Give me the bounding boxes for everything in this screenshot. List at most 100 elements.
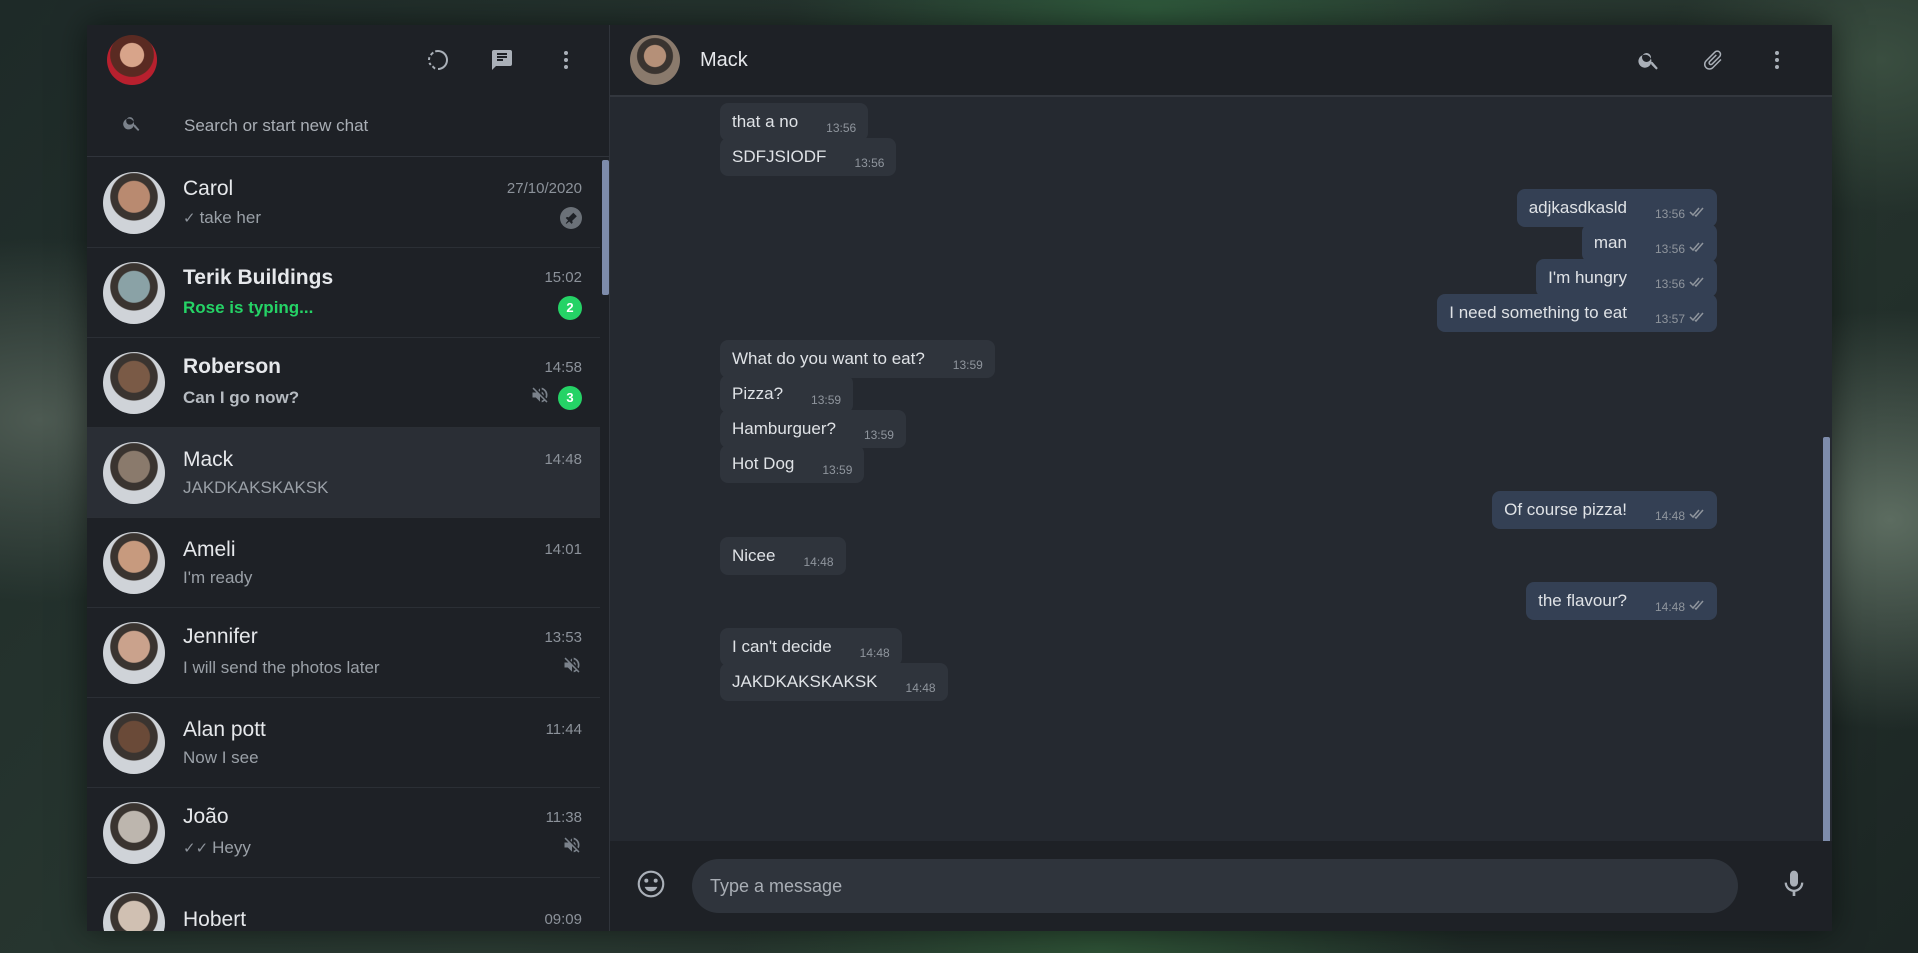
message-time: 13:56 (1654, 276, 1685, 291)
double-check-icon (1689, 311, 1705, 326)
search-bar (87, 95, 609, 157)
incoming-message[interactable]: JAKDKAKSKAKSK 14:48 (720, 663, 948, 701)
chat-list-item[interactable]: Terik Buildings 15:02 Rose is typing... 2 (87, 248, 600, 338)
message-time: 14:48 (1654, 599, 1685, 614)
incoming-message[interactable]: Hamburguer? 13:59 (720, 410, 906, 448)
message-text: Hot Dog (732, 454, 795, 473)
left-header (87, 25, 609, 95)
contact-avatar (103, 801, 165, 864)
outgoing-message[interactable]: the flavour? 14:48 (1526, 582, 1717, 620)
menu-icon[interactable] (1764, 47, 1790, 73)
muted-icon (562, 655, 582, 680)
message-time: 13:59 (952, 358, 983, 372)
last-message: ✓✓ Heyy (183, 838, 251, 858)
contact-name: Ameli (183, 537, 236, 561)
emoji-icon[interactable] (635, 868, 667, 905)
message-time: 13:56 (1654, 206, 1685, 221)
contact-name: Alan pott (183, 717, 266, 741)
incoming-message[interactable]: Hot Dog 13:59 (720, 445, 865, 483)
contact-name: Terik Buildings (183, 265, 334, 289)
search-icon[interactable] (1636, 47, 1662, 73)
chat-list-item[interactable]: Jennifer 13:53 I will send the photos late… (87, 608, 600, 698)
message-text: adjkasdkasld (1528, 198, 1627, 217)
chat-list-item[interactable]: Ameli 14:01 I'm ready (87, 518, 600, 608)
message-scrollbar[interactable] (1823, 437, 1830, 877)
incoming-message[interactable]: SDFJSIODF 13:56 (720, 138, 897, 176)
contact-name: Jennifer (183, 625, 258, 648)
message-text: What do you want to eat? (732, 349, 925, 368)
last-message-text: Can I go now? (183, 387, 300, 407)
incoming-message[interactable]: Nicee 14:48 (720, 537, 846, 575)
contact-avatar (103, 261, 165, 324)
contact-name[interactable]: Mack (700, 49, 748, 72)
outgoing-message[interactable]: Of course pizza! 14:48 (1492, 491, 1717, 529)
incoming-message[interactable]: I can't decide 14:48 (720, 628, 902, 666)
message-text: the flavour? (1538, 591, 1627, 610)
incoming-message[interactable]: What do you want to eat? 13:59 (720, 340, 995, 378)
chat-time: 14:48 (544, 451, 582, 468)
contact-name: João (183, 805, 229, 828)
double-check-icon (1689, 276, 1705, 291)
pin-icon (560, 206, 582, 229)
profile-avatar[interactable] (107, 35, 157, 85)
chat-list-item[interactable]: Hobert 09:09 (87, 878, 600, 931)
last-message: I will send the photos later (183, 658, 380, 678)
outgoing-message[interactable]: man 13:56 (1581, 224, 1717, 262)
chat-list-item[interactable]: Alan pott 11:44 Now I see (87, 698, 600, 788)
search-input[interactable] (182, 114, 566, 137)
incoming-message[interactable]: that a no 13:56 (720, 103, 869, 141)
message-text: I need something to eat (1449, 303, 1627, 322)
message-time: 13:56 (1654, 241, 1685, 256)
last-message: I'm ready (183, 568, 252, 588)
last-message-text: Now I see (183, 747, 259, 767)
microphone-icon[interactable] (1778, 868, 1810, 905)
message-time: 14:48 (803, 555, 834, 569)
contact-avatar (103, 441, 165, 504)
chat-time: 15:02 (544, 269, 582, 286)
chat-time: 14:58 (544, 358, 582, 376)
last-message: Now I see (183, 748, 259, 768)
double-check-icon (1689, 241, 1705, 256)
chat-list-item[interactable]: Carol 27/10/2020 ✓ take her (87, 158, 600, 248)
message-time: 13:59 (811, 393, 842, 407)
chat-time: 14:01 (544, 541, 582, 558)
message-text: Nicee (732, 546, 776, 565)
outgoing-message[interactable]: adjkasdkasld 13:56 (1516, 189, 1717, 227)
message-area: that a no 13:56 SDFJSIODF 13:56 adjkasdkasld… (610, 99, 1832, 841)
chat-time: 11:38 (545, 808, 582, 826)
last-message-text: I'm ready (183, 567, 253, 587)
menu-icon[interactable] (553, 47, 579, 73)
new-chat-icon[interactable] (489, 47, 515, 73)
incoming-message[interactable]: Pizza? 13:59 (720, 375, 854, 413)
message-text: man (1593, 233, 1627, 252)
outgoing-message[interactable]: I'm hungry 13:56 (1536, 259, 1717, 297)
message-time: 14:48 (905, 681, 936, 695)
unread-badge: 2 (558, 295, 582, 320)
message-text: I'm hungry (1548, 268, 1627, 287)
message-text: Hamburguer? (732, 419, 836, 438)
message-input[interactable] (692, 859, 1738, 913)
contact-avatar (103, 351, 165, 414)
conversation-panel: Mack that a no 13:56 SDFJSIODF 13:56 adjkasd… (610, 25, 1832, 931)
chat-list-item[interactable]: Mack 14:48 JAKDKAKSKAKSK (87, 428, 600, 518)
chat-list-item[interactable]: João 11:38 ✓✓ Heyy (87, 788, 600, 878)
search-icon (122, 113, 142, 138)
chat-list-item[interactable]: Roberson 14:58 Can I go now? 3 (87, 338, 600, 428)
double-check-icon (1689, 599, 1705, 614)
chat-time: 09:09 (544, 911, 582, 928)
chat-list: Carol 27/10/2020 ✓ take her Terik Buildings 1… (87, 158, 600, 931)
contact-name: Mack (183, 447, 234, 471)
chat-time: 11:44 (545, 721, 582, 738)
message-text: I can't decide (732, 637, 832, 656)
last-message: ✓ take her (183, 208, 261, 228)
chat-list-scrollbar[interactable] (602, 160, 609, 295)
last-message: Can I go now? (183, 388, 299, 408)
message-time: 13:57 (1654, 311, 1685, 326)
last-message: JAKDKAKSKAKSK (183, 478, 329, 498)
status-icon[interactable] (425, 47, 451, 73)
attach-icon[interactable] (1700, 47, 1726, 73)
outgoing-message[interactable]: I need something to eat 13:57 (1437, 294, 1717, 332)
message-text: Pizza? (732, 384, 784, 403)
contact-avatar[interactable] (630, 35, 680, 85)
chat-app-window: Carol 27/10/2020 ✓take her Terik Buildings 1… (87, 25, 1832, 931)
